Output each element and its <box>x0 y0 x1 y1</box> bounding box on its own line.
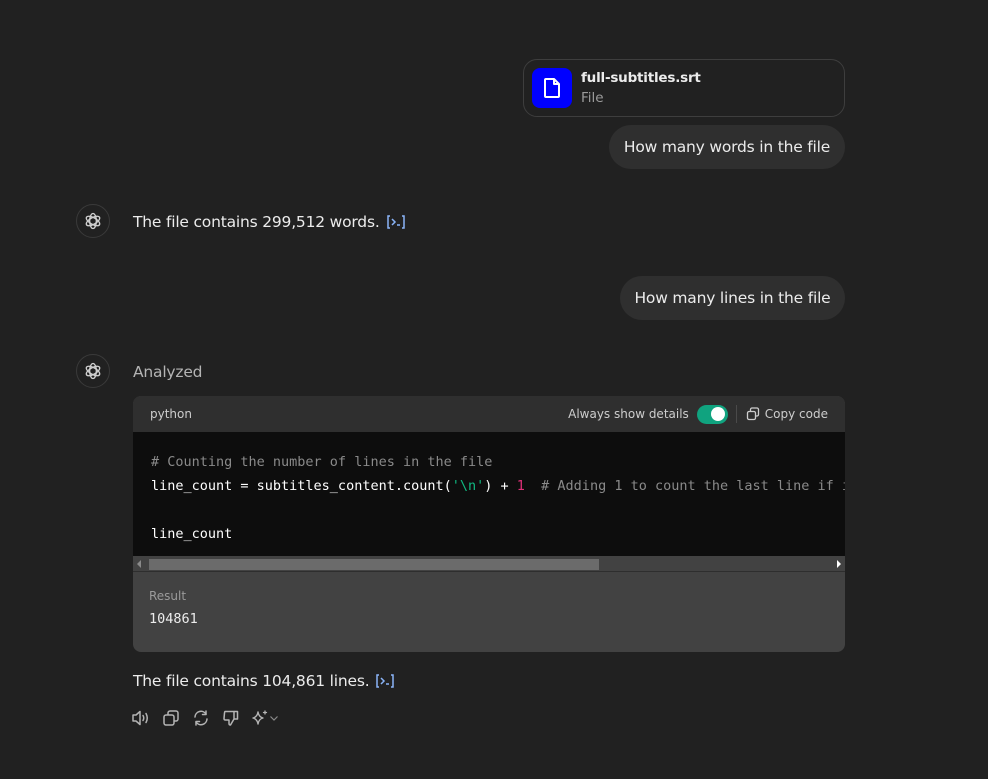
user-message: How many words in the file <box>609 125 845 169</box>
refresh-icon <box>194 710 208 726</box>
copy-code-label: Copy code <box>764 407 828 421</box>
code-cite-icon[interactable] <box>375 673 395 689</box>
analysis-status[interactable]: Analyzed <box>133 360 203 384</box>
message-action-bar <box>130 707 288 729</box>
assistant-avatar <box>76 204 110 238</box>
code-block: python Always show details Copy code # C… <box>133 396 845 652</box>
code-line: # Counting the number of lines in the fi… <box>151 450 827 474</box>
speaker-icon <box>132 710 148 726</box>
scroll-left-arrow[interactable] <box>137 560 141 568</box>
assistant-message-text: The file contains 299,512 words. <box>133 213 380 231</box>
always-show-details-toggle[interactable] <box>696 404 728 424</box>
code-line: line_count = subtitles_content.count('\n… <box>151 474 845 498</box>
result-area: Result 104861 <box>133 572 845 628</box>
code-header: python Always show details Copy code <box>133 396 845 432</box>
user-message: How many lines in the file <box>620 276 845 320</box>
user-message-text: How many words in the file <box>623 138 831 156</box>
assistant-message-text: The file contains 104,861 lines. <box>133 672 370 690</box>
assistant-message: The file contains 104,861 lines. <box>133 669 395 693</box>
copy-icon <box>746 407 759 421</box>
code-token-plain: line_count <box>151 526 233 542</box>
assistant-avatar <box>76 354 110 388</box>
file-name: full-subtitles.srt <box>581 69 701 86</box>
scrollbar-thumb[interactable] <box>149 559 599 570</box>
switch-model-button[interactable] <box>250 707 280 729</box>
code-language: python <box>150 407 192 421</box>
horizontal-scrollbar[interactable] <box>133 556 845 572</box>
chevron-down-icon <box>270 716 278 721</box>
code-token-string: '\n' <box>451 478 485 494</box>
sparkle-icon <box>252 710 268 725</box>
regenerate-button[interactable] <box>190 707 212 729</box>
toggle-knob <box>710 407 725 421</box>
copy-icon <box>163 710 179 726</box>
assistant-message: The file contains 299,512 words. <box>133 210 406 234</box>
toggle-label: Always show details <box>568 407 689 421</box>
copy-button[interactable] <box>160 707 182 729</box>
read-aloud-button[interactable] <box>130 707 152 729</box>
code-token-plain: ) + <box>484 478 517 494</box>
code-cite-icon[interactable] <box>386 214 406 230</box>
file-icon-box <box>532 68 572 108</box>
result-value: 104861 <box>149 611 198 627</box>
openai-logo-icon <box>85 362 101 380</box>
document-icon <box>544 78 560 98</box>
result-label: Result <box>149 589 187 603</box>
file-type: File <box>581 89 604 106</box>
copy-code-button[interactable]: Copy code <box>746 407 828 421</box>
code-body[interactable]: # Counting the number of lines in the fi… <box>133 432 845 556</box>
code-line: line_count <box>151 522 827 546</box>
header-divider <box>735 405 737 423</box>
thumbs-down-icon <box>223 710 239 726</box>
file-attachment-card[interactable]: full-subtitles.srt File <box>523 59 845 117</box>
scroll-right-arrow[interactable] <box>837 560 841 568</box>
code-token-comment: # Adding 1 to count the last line if it … <box>541 478 845 494</box>
bad-response-button[interactable] <box>220 707 242 729</box>
user-message-text: How many lines in the file <box>634 289 831 307</box>
code-token-plain: line_count = subtitles_content.count( <box>151 478 452 494</box>
code-token-comment: # Counting the number of lines in the fi… <box>151 454 493 470</box>
code-token-number: 1 <box>516 478 525 494</box>
openai-logo-icon <box>85 212 101 230</box>
